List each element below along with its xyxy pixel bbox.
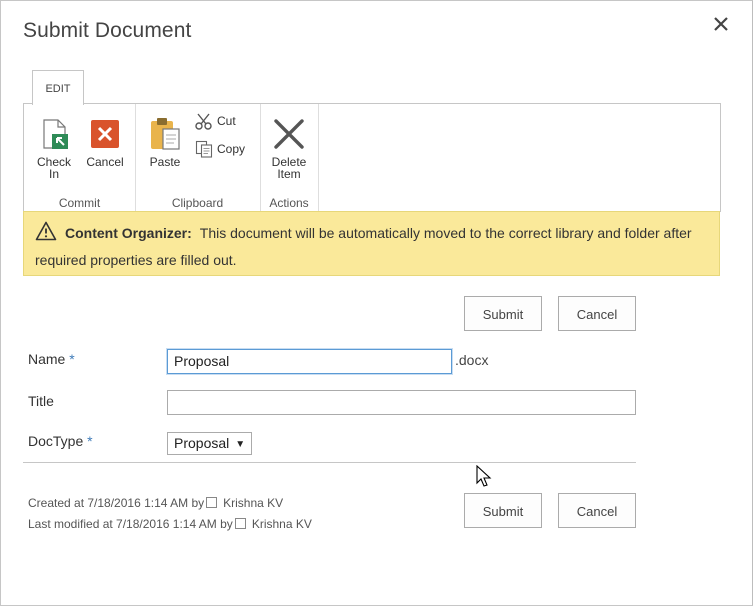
doctype-select[interactable]: Proposal ▼: [167, 432, 253, 455]
user-presence-icon: [206, 497, 218, 508]
paste-button[interactable]: Paste: [145, 116, 185, 168]
paste-icon: [151, 118, 180, 150]
commit-group-label: Commit: [58, 196, 101, 210]
submit-button-top[interactable]: Submit: [464, 296, 542, 331]
name-label: Name *: [28, 351, 75, 367]
clipboard-group: Paste Cut Copy Clipboard: [135, 104, 261, 212]
divider: [23, 462, 636, 463]
content-organizer-banner: Content Organizer: This document will be …: [23, 211, 720, 276]
cancel-button[interactable]: Cancel: [558, 493, 636, 528]
modified-user-link[interactable]: Krishna KV: [252, 517, 312, 531]
warning-icon: [35, 221, 57, 248]
name-field[interactable]: Proposal: [167, 349, 452, 374]
name-suffix: .docx: [455, 352, 489, 368]
banner-text: Content Organizer: This document will be …: [35, 221, 705, 272]
submit-button[interactable]: Submit: [464, 493, 542, 528]
user-presence-icon: [234, 518, 246, 529]
cut-label: Cut: [217, 114, 236, 128]
tab-edit[interactable]: EDIT: [32, 70, 84, 105]
scissors-icon: [195, 113, 212, 130]
doctype-label-text: DocType: [28, 433, 84, 449]
required-mark: *: [87, 433, 93, 449]
cancel-button-top[interactable]: Cancel: [558, 296, 636, 331]
check-in-icon: [43, 119, 68, 149]
doctype-label: DocType *: [28, 433, 93, 449]
check-in-label-2: In: [48, 167, 59, 181]
check-in-button[interactable]: Check In: [34, 118, 74, 180]
clipboard-group-label: Clipboard: [171, 196, 224, 210]
mouse-pointer-icon: [476, 464, 492, 494]
cancel-ribbon-label: Cancel: [86, 155, 124, 169]
actions-group: Delete Item Actions: [260, 104, 319, 212]
created-user-link[interactable]: Krishna KV: [223, 496, 283, 510]
ribbon: Check In Cancel Commit Paste Cut Copy Cl…: [23, 103, 721, 212]
name-label-text: Name: [28, 351, 66, 367]
doctype-value: Proposal: [174, 435, 230, 451]
chevron-down-icon: ▼: [235, 439, 246, 450]
delete-icon: [274, 119, 304, 149]
commit-group: Check In Cancel Commit: [24, 104, 136, 212]
copy-icon: [195, 140, 213, 158]
cancel-icon: [91, 120, 119, 148]
required-mark: *: [69, 351, 75, 367]
cut-button[interactable]: Cut: [195, 112, 236, 130]
created-info: Created at 7/18/2016 1:14 AM by Krishna K…: [28, 496, 283, 510]
actions-group-label: Actions: [269, 196, 309, 210]
modified-info: Last modified at 7/18/2016 1:14 AM by Kri…: [28, 517, 312, 531]
modified-text: Last modified at 7/18/2016 1:14 AM by: [28, 517, 233, 531]
close-icon[interactable]: [711, 14, 731, 34]
dialog-title: Submit Document: [23, 19, 192, 42]
banner-title: Content Organizer:: [65, 225, 192, 241]
delete-item-button[interactable]: Delete Item: [267, 116, 311, 180]
copy-label: Copy: [217, 142, 246, 156]
copy-button[interactable]: Copy: [195, 140, 245, 158]
created-text: Created at 7/18/2016 1:14 AM by: [28, 496, 205, 510]
title-field[interactable]: [167, 390, 636, 415]
cancel-ribbon-button[interactable]: Cancel: [84, 118, 126, 168]
dialog-frame: [0, 0, 753, 606]
delete-label-2: Item: [277, 167, 301, 181]
paste-label: Paste: [149, 155, 181, 169]
title-label: Title: [28, 393, 54, 409]
